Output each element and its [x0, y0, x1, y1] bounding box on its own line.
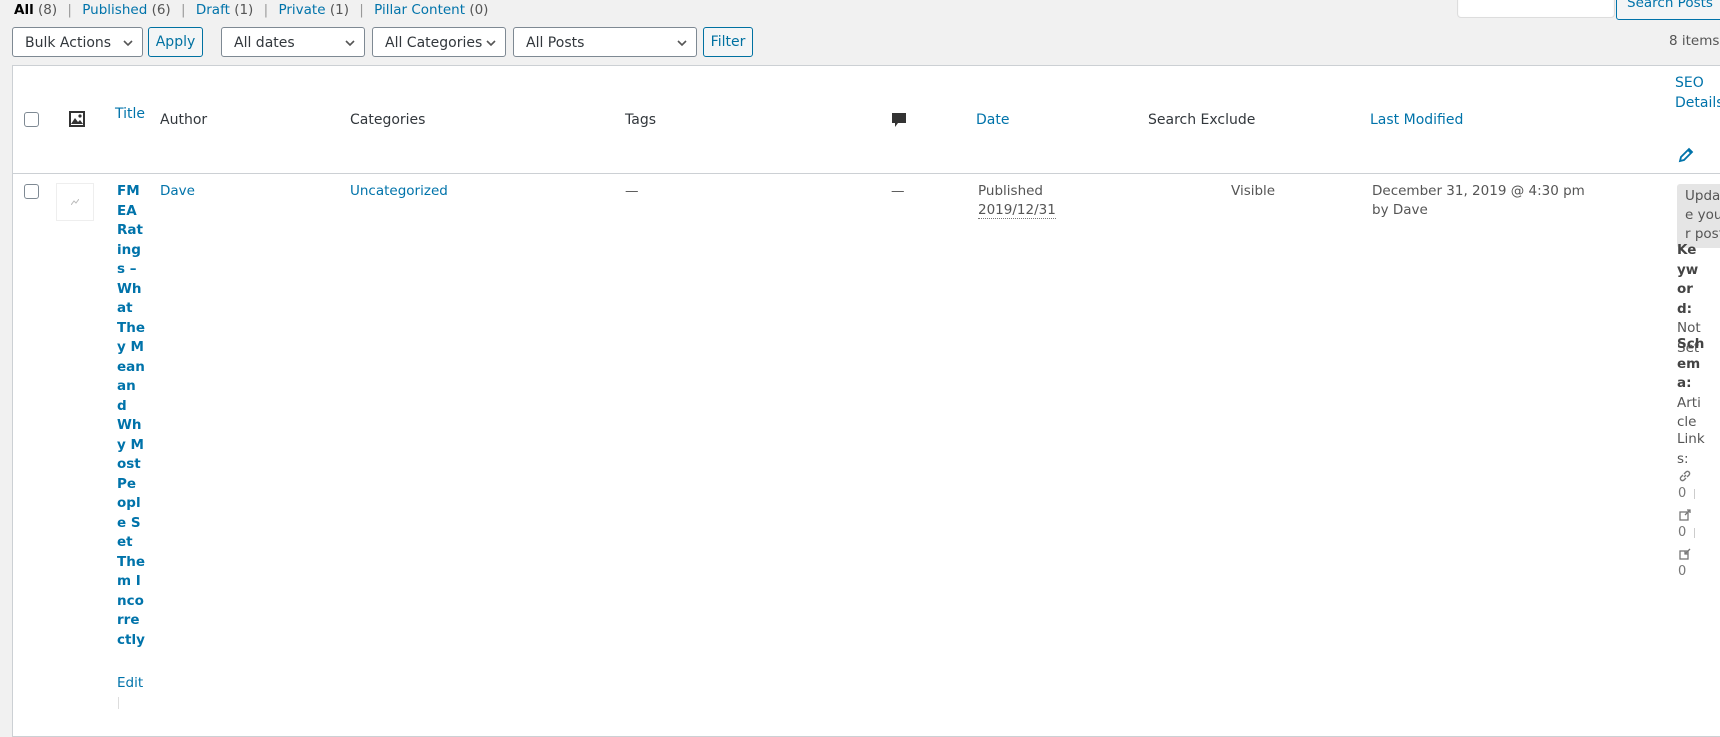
external-links-count: 0 [1678, 525, 1687, 540]
seo-schema: Schema: Article [1677, 335, 1705, 433]
modified-by-prefix: by [1372, 202, 1389, 218]
post-title-link[interactable]: FMEA Ratings – What They Mean and Why Mo… [117, 182, 145, 650]
column-tags-header: Tags [625, 112, 656, 128]
chevron-down-icon [345, 40, 355, 47]
comment-bubble-icon[interactable] [891, 112, 907, 128]
search-posts-button[interactable]: Search Posts [1616, 0, 1720, 20]
categories-filter-value: All Categories [385, 35, 483, 51]
chevron-down-icon [486, 40, 496, 47]
column-search-exclude-header: Search Exclude [1148, 112, 1256, 128]
view-all-link[interactable]: All [14, 2, 34, 18]
apply-button[interactable]: Apply [148, 27, 203, 57]
view-published-link[interactable]: Published [82, 2, 147, 18]
categories-filter-select[interactable]: All Categories [372, 27, 506, 57]
view-private-count: (1) [329, 2, 349, 18]
bulk-actions-value: Bulk Actions [25, 35, 112, 51]
post-thumbnail [56, 183, 94, 221]
view-pillar-link[interactable]: Pillar Content [374, 2, 465, 18]
incoming-link-icon [1679, 548, 1691, 560]
column-author-header: Author [160, 112, 208, 128]
view-private-link[interactable]: Private [278, 2, 325, 18]
links-separator [1694, 528, 1695, 538]
seo-links-label: Links: [1677, 431, 1705, 467]
post-search-exclude-value: Visible [1231, 183, 1276, 199]
seo-schema-value: Article [1677, 394, 1701, 431]
seo-keyword-label: Keyword: [1677, 242, 1699, 317]
select-all-checkbox[interactable] [24, 112, 39, 127]
items-count: 8 items [1669, 33, 1720, 49]
pencil-icon[interactable] [1678, 147, 1694, 163]
post-date-value: 2019/12/31 [978, 202, 1056, 219]
post-comments-value: — [891, 183, 905, 199]
post-status-views: All (8) | Published (6) | Draft (1) | Pr… [14, 2, 488, 18]
view-separator: | [263, 2, 269, 18]
column-date-header[interactable]: Date [976, 112, 1009, 128]
image-icon [69, 111, 85, 127]
view-draft-count: (1) [234, 2, 254, 18]
column-last-modified-header[interactable]: Last Modified [1370, 112, 1463, 128]
posts-filter-value: All Posts [526, 35, 585, 51]
dates-filter-value: All dates [234, 35, 295, 51]
post-author-link[interactable]: Dave [160, 183, 195, 199]
view-draft-link[interactable]: Draft [196, 2, 230, 18]
view-separator: | [359, 2, 364, 18]
chevron-down-icon [677, 40, 687, 47]
table-header-divider [13, 173, 1720, 174]
search-posts-input[interactable] [1457, 0, 1615, 18]
seo-schema-label: Schema: [1677, 336, 1705, 391]
column-title-header[interactable]: Title [115, 106, 145, 122]
post-modified-by: by Dave [1372, 202, 1428, 218]
post-category-link[interactable]: Uncategorized [350, 183, 448, 199]
view-all-count: (8) [38, 2, 58, 18]
posts-filter-select[interactable]: All Posts [513, 27, 697, 57]
post-tags-value: — [625, 183, 639, 199]
internal-links-count: 0 [1678, 486, 1687, 501]
placeholder-image-icon [71, 199, 79, 205]
bulk-actions-select[interactable]: Bulk Actions [12, 27, 143, 57]
seo-update-post-button[interactable]: Update your post [1677, 184, 1720, 248]
external-link-icon [1679, 509, 1691, 521]
chevron-down-icon [123, 40, 133, 47]
post-last-modified-value: December 31, 2019 @ 4:30 pm [1372, 183, 1585, 199]
filter-button[interactable]: Filter [703, 27, 753, 57]
column-categories-header: Categories [350, 112, 426, 128]
posts-table: Title Author Categories Tags Date Search… [12, 65, 1720, 737]
row-checkbox[interactable] [24, 184, 39, 199]
incoming-links-count: 0 [1678, 564, 1687, 579]
view-separator: | [181, 2, 186, 18]
links-separator [1694, 489, 1695, 499]
modified-by-author: Dave [1392, 202, 1428, 218]
view-separator: | [67, 2, 72, 18]
link-icon [1679, 470, 1691, 482]
view-published-count: (6) [151, 2, 171, 18]
view-pillar-count: (0) [469, 2, 489, 18]
dates-filter-select[interactable]: All dates [221, 27, 365, 57]
post-edit-link[interactable]: Edit [117, 675, 143, 691]
post-date-status: Published [978, 183, 1043, 199]
row-action-separator [118, 697, 119, 709]
column-seo-details-header[interactable]: SEO Details [1675, 74, 1720, 113]
